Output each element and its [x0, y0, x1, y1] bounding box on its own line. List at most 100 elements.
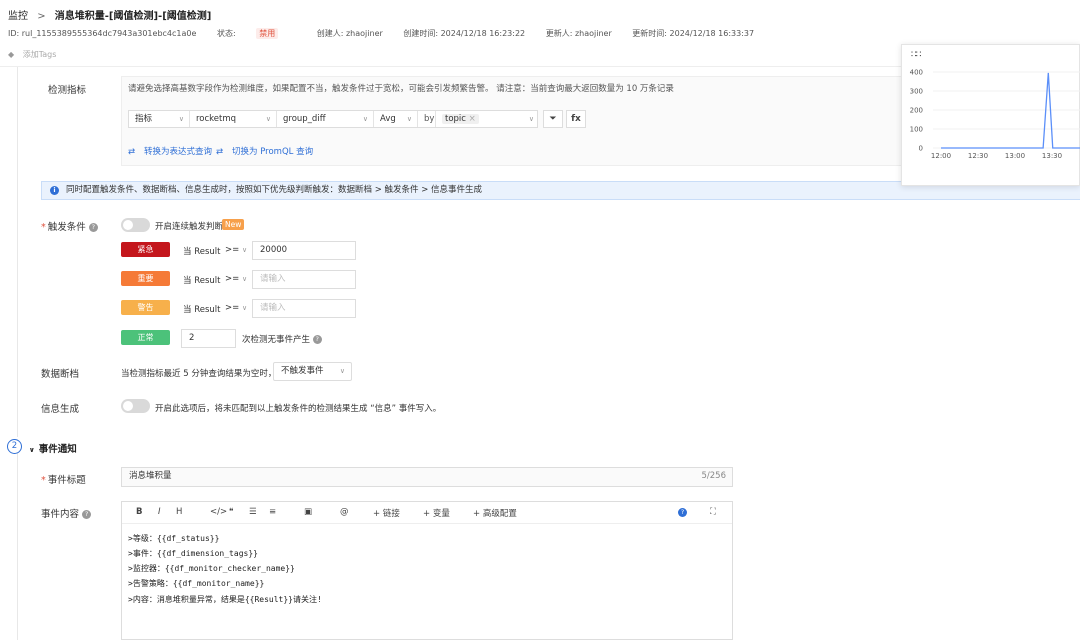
- switch-expression-link[interactable]: ⇄ 转换为表达式查询: [128, 145, 212, 157]
- level-operator-select[interactable]: >= ∨: [225, 245, 247, 255]
- add-tags[interactable]: ◆ 添加Tags: [8, 49, 56, 60]
- editor-line: >告警策略：{{df_monitor_name}}: [128, 579, 265, 588]
- trigger-label: 触发条件: [47, 222, 86, 233]
- ordered-list-icon[interactable]: ≡: [269, 507, 276, 517]
- metric-label: 检测指标: [48, 85, 87, 96]
- metric-source-select[interactable]: rocketmq ∨: [190, 111, 277, 127]
- event-content-label: 事件内容: [41, 509, 80, 520]
- section-timeline-line-2: [17, 453, 18, 640]
- event-title-label: 事件标题: [47, 475, 86, 486]
- switch-promql-link[interactable]: ⇄ 切换为 PromQL 查询: [216, 145, 313, 157]
- editor-toolbar: B I H </> ❝ ☰ ≡ ▣ @ + 链接 + 变量 + 高级配置 ? ⛶: [122, 502, 732, 524]
- quote-icon[interactable]: ❝: [229, 507, 234, 517]
- trigger-label-wrap: * 触发条件 ?: [41, 219, 98, 233]
- help-icon[interactable]: ?: [678, 508, 687, 517]
- metric-tip: 请避免选择高基数字段作为检测维度，如果配置不当，触发条件过于宽松，可能会引发频繁…: [128, 84, 674, 94]
- filter-icon: ⏷: [549, 114, 557, 124]
- chevron-down-icon: ∨: [362, 115, 368, 123]
- y-tick-label: 300: [910, 88, 923, 96]
- metric-agg-select[interactable]: Avg ∨: [374, 111, 418, 127]
- code-icon[interactable]: </>: [210, 507, 227, 517]
- section-header[interactable]: ∨ 事件通知: [29, 441, 77, 455]
- chevron-down-icon: ∨: [241, 275, 248, 283]
- level-badge-normal: 正常: [121, 330, 170, 345]
- editor-line: >内容：消息堆积量异常，结果是{{Result}}请关注!: [128, 595, 322, 604]
- filter-button[interactable]: ⏷: [543, 110, 563, 128]
- variable-button[interactable]: + 变量: [423, 507, 450, 519]
- plus-icon: +: [473, 509, 481, 519]
- chevron-down-icon: ∨: [406, 115, 412, 123]
- editor-line: >事件：{{df_dimension_tags}}: [128, 549, 258, 558]
- section-timeline-line: [17, 67, 18, 437]
- editor-line: >监控器：{{df_monitor_checker_name}}: [128, 564, 295, 573]
- fullscreen-icon[interactable]: ⛶: [710, 507, 716, 517]
- rule-id: ID: rul_1155389555364dc7943a301ebc4c1a0e: [8, 29, 197, 38]
- bullet-list-icon[interactable]: ☰: [249, 507, 257, 517]
- plus-icon: +: [423, 509, 431, 519]
- status-label: 状态:: [216, 29, 236, 38]
- heading-icon[interactable]: H: [176, 507, 182, 517]
- level-name: 重要: [137, 274, 154, 283]
- normal-count-input[interactable]: 2: [181, 329, 236, 348]
- data-gap-select[interactable]: 不触发事件 ∨: [273, 362, 352, 381]
- metric-field-value: group_diff: [283, 114, 326, 124]
- link-label: 链接: [382, 509, 400, 519]
- level-operator-select[interactable]: >= ∨: [225, 274, 247, 284]
- help-icon[interactable]: ?: [312, 335, 322, 344]
- breadcrumb-root[interactable]: 监控: [8, 11, 28, 22]
- fx-button[interactable]: fx: [566, 110, 586, 128]
- level-badge: 警告: [121, 300, 170, 315]
- metric-type-select[interactable]: 指标 ∨: [129, 111, 190, 127]
- y-tick-label: 100: [910, 126, 923, 134]
- continuous-trigger-label: 开启连续触发判断: [155, 222, 224, 232]
- event-content-editor[interactable]: B I H </> ❝ ☰ ≡ ▣ @ + 链接 + 变量 + 高级配置 ? ⛶…: [121, 501, 733, 640]
- chevron-down-icon: ∨: [528, 115, 534, 123]
- help-icon[interactable]: ?: [88, 223, 98, 232]
- image-icon[interactable]: ▣: [304, 507, 312, 517]
- continuous-trigger-toggle[interactable]: [121, 218, 150, 232]
- swap-icon: ⇄: [128, 147, 136, 157]
- info-gen-text: 开启此选项后，将未匹配到以上触发条件的检测结果生成 “信息” 事件写入。: [155, 404, 442, 414]
- mention-icon[interactable]: @: [340, 507, 349, 517]
- chevron-down-icon: ∨: [241, 246, 248, 254]
- close-icon[interactable]: ×: [469, 114, 476, 124]
- event-title-label-wrap: * 事件标题: [41, 472, 86, 486]
- info-gen-toggle[interactable]: [121, 399, 150, 413]
- level-threshold-input[interactable]: 请输入: [252, 299, 356, 318]
- section-number: 2: [7, 439, 22, 454]
- event-content-label-wrap: 事件内容 ?: [41, 506, 92, 520]
- link-button[interactable]: + 链接: [373, 507, 400, 519]
- level-field: 当 Result: [183, 247, 221, 257]
- help-icon[interactable]: ?: [82, 510, 92, 519]
- italic-icon[interactable]: I: [158, 507, 161, 517]
- updated-time: 更新时间: 2024/12/18 16:33:37: [632, 29, 755, 38]
- normal-count-suffix-text: 次检测无事件产生: [242, 335, 311, 345]
- level-name: 紧急: [137, 245, 154, 254]
- metric-field-select[interactable]: group_diff ∨: [277, 111, 374, 127]
- level-threshold-input[interactable]: 20000: [252, 241, 356, 260]
- variable-label: 变量: [432, 509, 450, 519]
- data-gap-text: 当检测指标最近 5 分钟查询结果为空时，: [121, 369, 277, 379]
- advanced-config-button[interactable]: + 高级配置: [473, 507, 517, 519]
- switch-expression-label: 转换为表达式查询: [144, 147, 213, 157]
- metric-type-value: 指标: [135, 114, 153, 124]
- swap-icon: ⇄: [216, 147, 224, 157]
- updater: 更新人: zhaojiner: [545, 29, 612, 38]
- info-gen-label: 信息生成: [41, 404, 80, 415]
- breadcrumb: 监控 > 消息堆积量-[阈值检测]-[阈值检测]: [8, 7, 211, 22]
- event-title-input[interactable]: 消息堆积量 5/256: [121, 467, 733, 487]
- level-operator-select[interactable]: >= ∨: [225, 303, 247, 313]
- event-title-value: 消息堆积量: [129, 471, 172, 481]
- info-icon: i: [50, 186, 59, 195]
- meta-row: ID: rul_1155389555364dc7943a301ebc4c1a0e…: [8, 28, 772, 39]
- preview-chart: 400300200100012:0012:3013:0013:3014: [910, 69, 1080, 160]
- new-badge: New: [222, 219, 245, 230]
- chevron-down-icon: ∨: [29, 446, 35, 454]
- level-threshold-input[interactable]: 请输入: [252, 270, 356, 289]
- normal-count-suffix: 次检测无事件产生 ?: [242, 333, 322, 345]
- metric-query-row: 指标 ∨ rocketmq ∨ group_diff ∨ Avg ∨ by topic …: [128, 110, 538, 128]
- bold-icon[interactable]: B: [136, 507, 142, 517]
- level-operator: >=: [225, 303, 240, 313]
- y-tick-label: 0: [919, 145, 923, 153]
- by-tag-select[interactable]: topic × ∨: [436, 111, 539, 127]
